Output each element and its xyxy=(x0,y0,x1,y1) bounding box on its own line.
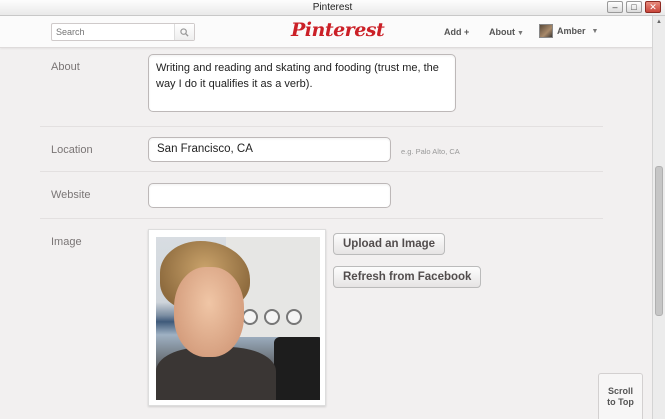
scroll-to-top-line2: to Top xyxy=(607,397,634,407)
window-title: Pinterest xyxy=(312,2,353,13)
location-input[interactable]: San Francisco, CA xyxy=(148,137,391,162)
upload-image-button[interactable]: Upload an Image xyxy=(333,233,446,255)
scroll-to-top-line1: Scroll xyxy=(607,386,633,396)
nav-about-label: About xyxy=(489,27,515,37)
close-icon[interactable]: ✕ xyxy=(645,1,661,13)
refresh-from-facebook-button[interactable]: Refresh from Facebook xyxy=(333,266,482,288)
search-box xyxy=(51,23,195,41)
chevron-down-icon: ▼ xyxy=(591,27,599,35)
about-label: About xyxy=(51,61,80,73)
page-scrollbar[interactable]: ▲ xyxy=(652,16,665,419)
search-input[interactable] xyxy=(52,24,174,40)
search-button[interactable] xyxy=(174,24,194,40)
nav-add[interactable]: Add + xyxy=(444,27,469,37)
avatar xyxy=(539,24,553,38)
maximize-icon[interactable]: □ xyxy=(626,1,642,13)
profile-photo xyxy=(156,237,320,400)
user-name: Amber xyxy=(557,26,586,36)
search-icon xyxy=(180,27,189,37)
nav-user-menu[interactable]: Amber ▼ xyxy=(539,24,598,38)
website-input[interactable] xyxy=(148,183,391,208)
scroll-up-icon[interactable]: ▲ xyxy=(653,16,665,28)
image-label: Image xyxy=(51,236,82,248)
window-titlebar: Pinterest – □ ✕ xyxy=(0,0,665,16)
nav-about[interactable]: About ▼ xyxy=(489,27,524,37)
divider xyxy=(40,218,603,219)
location-label: Location xyxy=(51,144,93,156)
profile-image-frame xyxy=(148,229,326,406)
scroll-thumb[interactable] xyxy=(655,166,663,316)
minimize-icon[interactable]: – xyxy=(607,1,623,13)
divider xyxy=(40,171,603,172)
scroll-to-top-button[interactable]: Scroll to Top xyxy=(598,373,643,419)
website-label: Website xyxy=(51,189,91,201)
site-header: Pinterest Add + About▼ Amber▼ xyxy=(0,16,652,48)
chevron-down-icon: ▼ xyxy=(517,30,524,37)
location-hint: e.g. Palo Alto, CA xyxy=(401,147,460,156)
about-textarea[interactable]: Writing and reading and skating and food… xyxy=(148,54,456,112)
window-controls: – □ ✕ xyxy=(607,1,661,13)
divider xyxy=(40,126,603,127)
profile-edit-form: About Writing and reading and skating an… xyxy=(0,49,652,419)
pinterest-logo[interactable]: Pinterest xyxy=(291,19,385,41)
